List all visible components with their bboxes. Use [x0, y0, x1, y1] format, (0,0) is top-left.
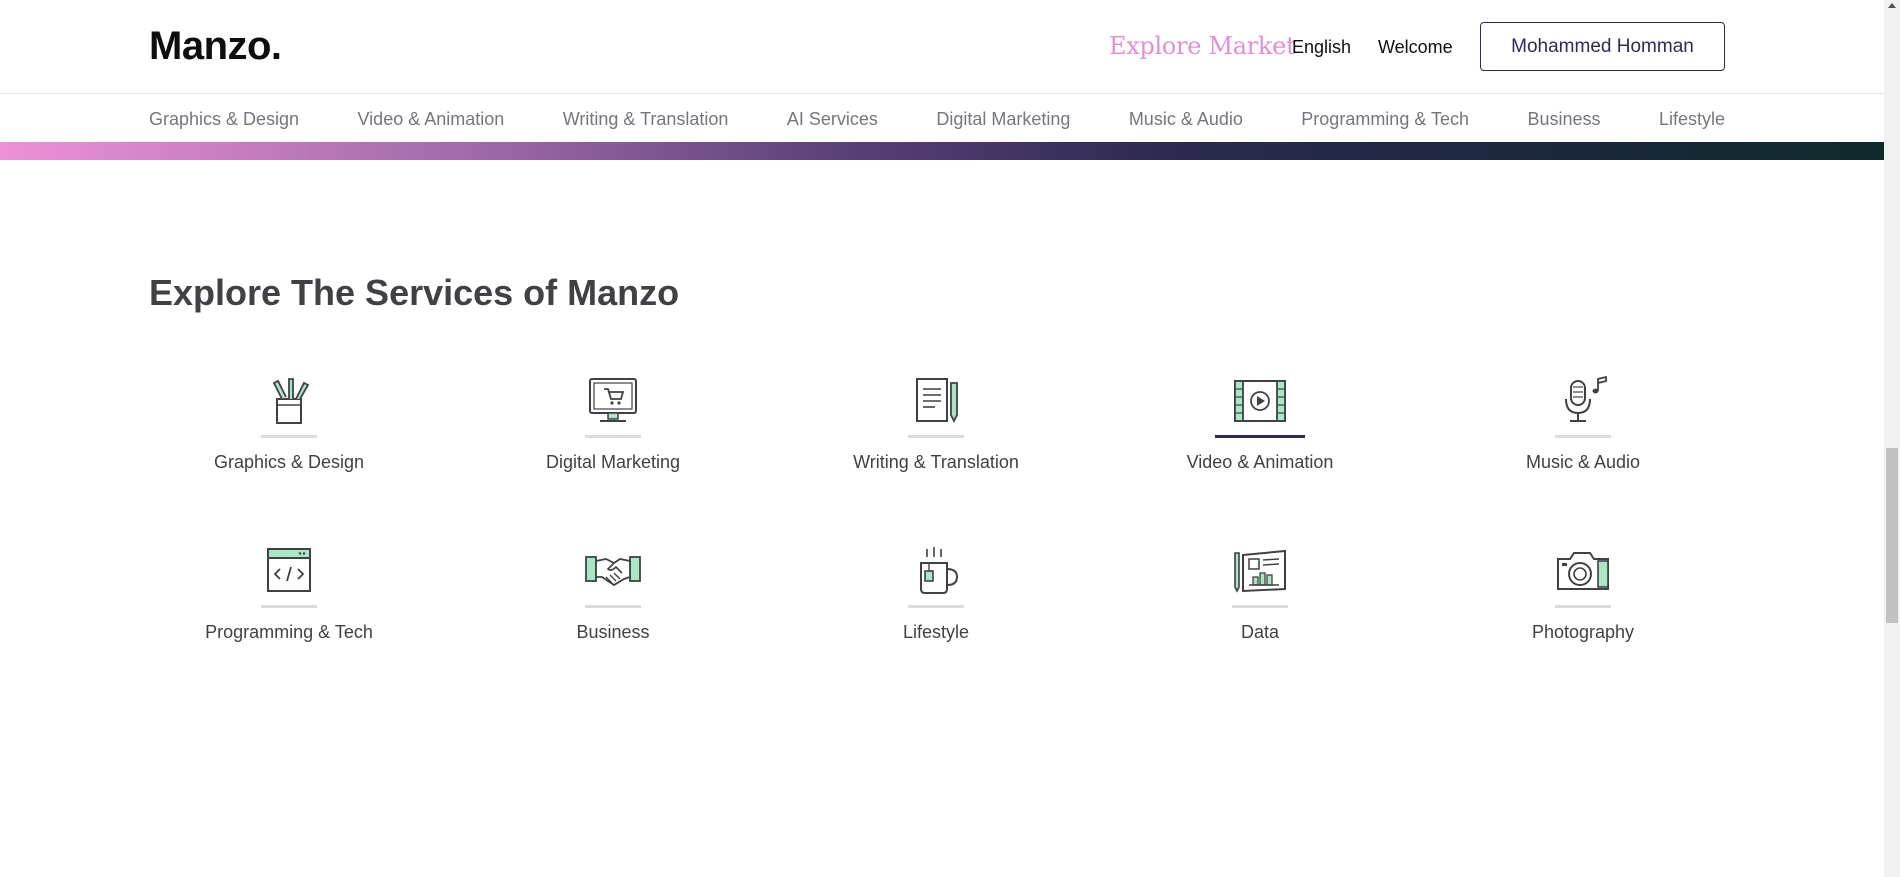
monitor-cart-icon	[589, 378, 637, 422]
service-underline	[261, 605, 317, 608]
category-digital-marketing[interactable]: Digital Marketing	[936, 109, 1070, 130]
scrollbar-thumb[interactable]	[1886, 448, 1898, 623]
service-label: Data	[1240, 622, 1280, 642]
microphone-note-icon	[1565, 375, 1607, 422]
service-programming-tech[interactable]: Programming & Tech	[139, 545, 439, 685]
service-label: Photography	[1531, 622, 1635, 642]
service-graphics-design[interactable]: Graphics & Design	[139, 375, 439, 515]
pencil-cup-icon	[272, 378, 310, 424]
service-data[interactable]: Data	[1110, 545, 1410, 685]
welcome-link[interactable]: Welcome	[1378, 37, 1453, 58]
category-business[interactable]: Business	[1527, 109, 1600, 130]
service-underline	[908, 435, 964, 438]
site-logo[interactable]: Manzo.	[149, 24, 282, 69]
category-graphics-design[interactable]: Graphics & Design	[149, 109, 299, 130]
vertical-scrollbar[interactable]	[1884, 0, 1900, 877]
service-underline	[908, 605, 964, 608]
language-selector[interactable]: English	[1292, 37, 1351, 58]
service-music-audio[interactable]: Music & Audio	[1433, 375, 1733, 515]
service-underline	[1555, 605, 1611, 608]
category-ai-services[interactable]: AI Services	[787, 109, 878, 130]
service-underline	[1232, 605, 1288, 608]
category-lifestyle[interactable]: Lifestyle	[1659, 109, 1725, 130]
category-video-animation[interactable]: Video & Animation	[358, 109, 505, 130]
handshake-icon	[585, 556, 641, 587]
category-programming-tech[interactable]: Programming & Tech	[1301, 109, 1469, 130]
service-photography[interactable]: Photography	[1433, 545, 1733, 685]
category-writing-translation[interactable]: Writing & Translation	[563, 109, 729, 130]
service-digital-marketing[interactable]: Digital Marketing	[463, 375, 763, 515]
film-play-icon	[1234, 380, 1286, 422]
scroll-up-arrow-icon[interactable]	[1888, 3, 1896, 8]
service-business[interactable]: Business	[463, 545, 763, 685]
site-header: Manzo. Explore Market English Welcome Mo…	[0, 0, 1884, 94]
service-underline	[585, 435, 641, 438]
service-label: Graphics & Design	[213, 452, 365, 472]
service-label: Writing & Translation	[853, 452, 1019, 472]
tea-mug-icon	[920, 547, 959, 594]
gradient-divider	[0, 142, 1884, 160]
service-underline	[585, 605, 641, 608]
service-video-animation[interactable]: Video & Animation	[1110, 375, 1410, 515]
services-section-title: Explore The Services of Manzo	[149, 272, 680, 313]
service-underline	[1555, 435, 1611, 438]
category-nav: Graphics & Design Video & Animation Writ…	[149, 95, 1725, 143]
service-label: Lifestyle	[902, 622, 970, 642]
user-account-button[interactable]: Mohammed Homman	[1480, 22, 1725, 71]
service-underline-active	[1215, 435, 1305, 438]
data-chart-icon	[1234, 549, 1286, 593]
code-window-icon	[267, 548, 311, 592]
service-label: Programming & Tech	[205, 622, 373, 642]
service-underline	[261, 435, 317, 438]
document-pen-icon	[916, 378, 958, 424]
service-writing-translation[interactable]: Writing & Translation	[786, 375, 1086, 515]
service-label: Business	[576, 622, 650, 642]
service-label: Digital Marketing	[545, 452, 681, 472]
service-lifestyle[interactable]: Lifestyle	[786, 545, 1086, 685]
category-music-audio[interactable]: Music & Audio	[1129, 109, 1243, 130]
camera-icon	[1557, 552, 1609, 590]
page: Manzo. Explore Market English Welcome Mo…	[0, 0, 1900, 877]
service-label: Music & Audio	[1525, 452, 1641, 472]
service-label: Video & Animation	[1186, 452, 1334, 472]
explore-market-link[interactable]: Explore Market	[1109, 32, 1296, 60]
